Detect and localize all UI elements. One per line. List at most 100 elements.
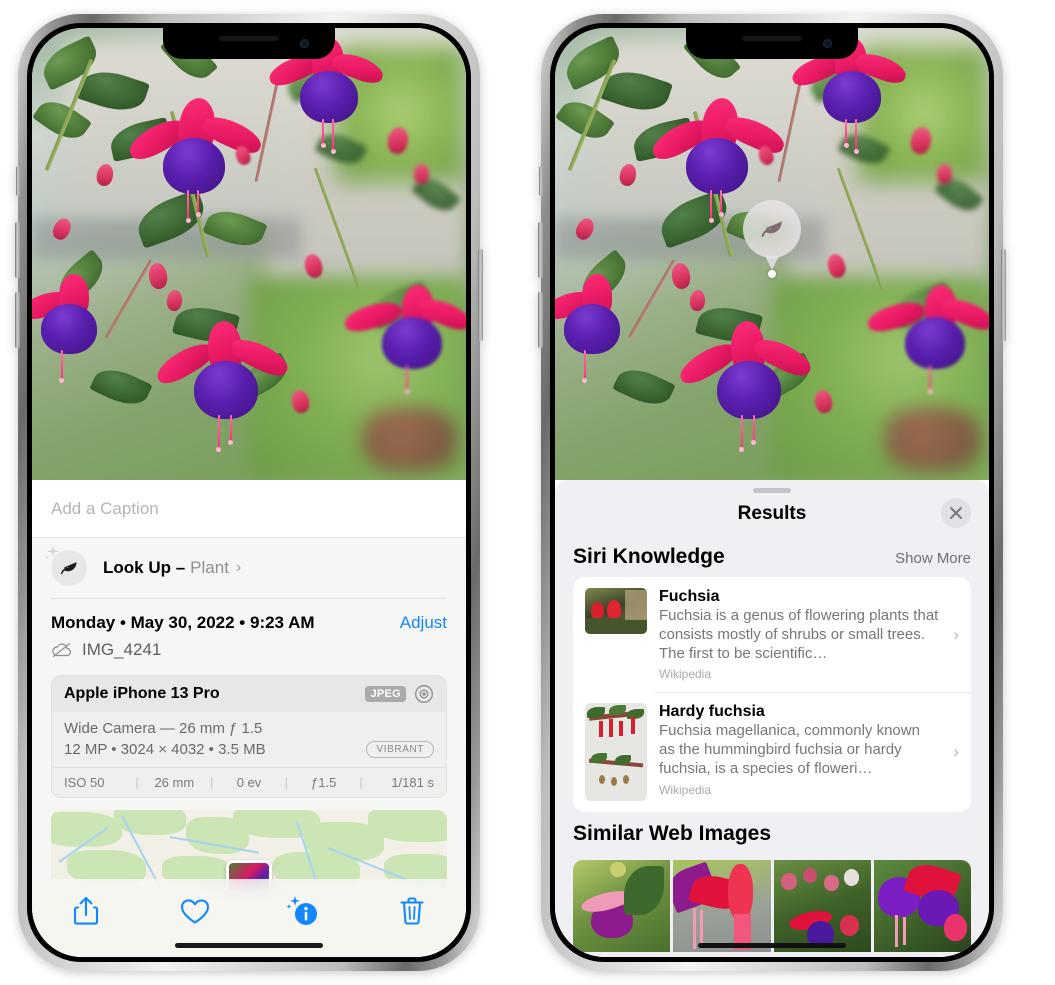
fuchsia-blossom (674, 317, 827, 453)
knowledge-source: Wikipedia (659, 667, 712, 682)
right-phone-screen: Results Siri Knowledge Show More Fuchsia… (555, 28, 989, 957)
flower-bud (147, 261, 169, 291)
flower-bud (670, 261, 692, 291)
detection-pointer (765, 256, 779, 270)
similar-web-images-row (555, 860, 989, 953)
earpiece-speaker (742, 36, 802, 41)
silent-switch[interactable] (539, 166, 543, 196)
delete-button[interactable] (385, 889, 439, 933)
right-phone-bezel: Results Siri Knowledge Show More Fuchsia… (550, 23, 994, 962)
earpiece-speaker (219, 36, 279, 41)
exif-stat-shutter: 1/181 s (391, 775, 434, 790)
sheet-header: Results (555, 493, 989, 535)
leaf-icon (761, 221, 782, 237)
notch (163, 28, 335, 59)
favorite-button[interactable] (168, 889, 222, 933)
exif-body: Wide Camera — 26 mm ƒ 1.5 12 MP • 3024 ×… (52, 712, 446, 767)
fuchsia-blossom (342, 281, 466, 395)
left-phone-bezel: Add a Caption Look Up – Plant › Monday •… (27, 23, 471, 962)
lens-info: Wide Camera — 26 mm ƒ 1.5 (64, 720, 263, 737)
camera-device-name: Apple iPhone 13 Pro (64, 685, 220, 702)
knowledge-title: Hardy fuchsia (659, 703, 765, 721)
web-image-thumbnail[interactable] (773, 860, 871, 953)
power-button[interactable] (478, 249, 483, 341)
background-planter (884, 407, 981, 471)
chevron-right-icon: › (953, 742, 959, 762)
share-button[interactable] (59, 889, 113, 933)
caption-field[interactable]: Add a Caption (32, 480, 466, 538)
photo-info-panel: Add a Caption Look Up – Plant › Monday •… (32, 480, 466, 957)
knowledge-thumbnail (585, 588, 647, 634)
fuchsia-blossom (555, 272, 658, 384)
photo-filename: IMG_4241 (82, 640, 162, 659)
look-up-subject: Plant (190, 558, 229, 577)
web-image-thumbnail[interactable] (573, 860, 671, 953)
results-sheet: Results Siri Knowledge Show More Fuchsia… (555, 480, 989, 957)
cloud-slash-icon (52, 643, 72, 657)
volume-down-button[interactable] (15, 292, 20, 348)
exif-header: Apple iPhone 13 Pro JPEG (52, 676, 446, 712)
close-button[interactable] (941, 498, 971, 528)
home-indicator[interactable] (175, 943, 323, 948)
knowledge-title: Fuchsia (659, 588, 720, 605)
format-badge: JPEG (365, 686, 406, 702)
sparkle-icon (44, 545, 59, 561)
flower-bud (688, 289, 706, 312)
leaf-icon (60, 562, 77, 575)
detection-circle (743, 200, 801, 258)
home-indicator[interactable] (698, 943, 846, 948)
background-planter (361, 407, 458, 471)
info-sparkle-icon (286, 896, 318, 925)
exif-stats-row: ISO 50 | 26 mm | 0 ev | ƒ1.5 | 1/181 s (52, 767, 446, 797)
chevron-right-icon: › (235, 559, 242, 576)
look-up-label: Look Up – (103, 558, 186, 577)
volume-up-button[interactable] (538, 222, 543, 278)
similar-web-images-header: Similar Web Images (555, 812, 989, 854)
flower-bud (413, 163, 429, 184)
trash-icon (400, 897, 424, 925)
web-image-thumbnail[interactable] (873, 860, 971, 953)
chevron-right-icon: › (953, 624, 959, 644)
left-phone-screen: Add a Caption Look Up – Plant › Monday •… (32, 28, 466, 957)
size-row: 12 MP • 3024 × 4032 • 3.5 MB VIBRANT (64, 741, 434, 758)
exif-stat-focal: 26 mm (154, 775, 195, 790)
exif-card[interactable]: Apple iPhone 13 Pro JPEG Wide Camera — 2… (51, 675, 447, 798)
volume-up-button[interactable] (15, 222, 20, 278)
sheet-title: Results (737, 503, 807, 524)
silent-switch[interactable] (16, 166, 20, 196)
knowledge-thumbnail (585, 703, 647, 802)
share-icon (74, 896, 99, 925)
volume-down-button[interactable] (538, 292, 543, 348)
fuchsia-blossom (151, 317, 304, 453)
knowledge-description: Fuchsia magellanica, commonly known as t… (659, 722, 920, 777)
image-size-info: 12 MP • 3024 × 4032 • 3.5 MB (64, 741, 266, 758)
knowledge-row[interactable]: Fuchsia Fuchsia is a genus of flowering … (573, 577, 971, 692)
photo-viewer[interactable] (32, 28, 466, 480)
exif-stat-iso: ISO 50 (64, 775, 105, 790)
photo-date: Monday • May 30, 2022 • 9:23 AM (51, 613, 315, 632)
notch (686, 28, 858, 59)
show-more-button[interactable]: Show More (895, 550, 971, 567)
knowledge-texts: Hardy fuchsia Fuchsia magellanica, commo… (647, 703, 953, 796)
front-camera (823, 39, 832, 48)
caption-placeholder: Add a Caption (51, 498, 159, 518)
look-up-text: Look Up – Plant › (103, 558, 241, 578)
adjust-button[interactable]: Adjust (400, 613, 447, 633)
photographic-style-badge: VIBRANT (366, 741, 434, 758)
knowledge-texts: Fuchsia Fuchsia is a genus of flowering … (647, 588, 953, 681)
aperture-icon (415, 685, 433, 703)
knowledge-row[interactable]: Hardy fuchsia Fuchsia magellanica, commo… (573, 692, 971, 812)
info-button[interactable] (276, 889, 330, 933)
power-button[interactable] (1001, 249, 1006, 341)
knowledge-description: Fuchsia is a genus of flowering plants t… (659, 607, 939, 662)
photo-viewer[interactable] (555, 28, 989, 480)
exif-stat-aperture: ƒ1.5 (311, 775, 337, 790)
right-phone-frame: Results Siri Knowledge Show More Fuchsia… (538, 14, 1006, 971)
web-image-thumbnail[interactable] (673, 860, 771, 953)
file-line: IMG_4241 (51, 640, 447, 660)
look-up-row[interactable]: Look Up – Plant › (32, 538, 466, 598)
date-line: Monday • May 30, 2022 • 9:23 AM Adjust (51, 613, 447, 633)
plant-detection-badge[interactable] (743, 200, 801, 278)
heart-icon (180, 898, 209, 924)
flower-bud (165, 289, 183, 312)
